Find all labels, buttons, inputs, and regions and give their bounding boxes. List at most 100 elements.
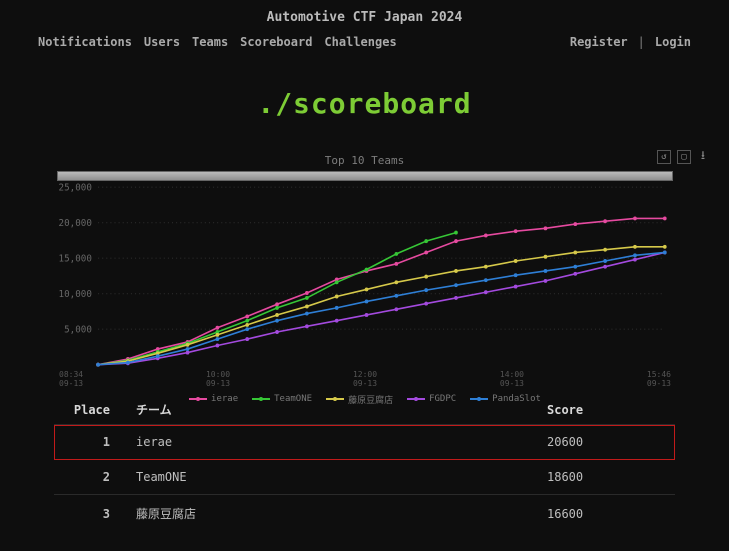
legend-label: TeamONE [274,394,312,404]
series-point [484,290,488,294]
y-tick-label: 10,000 [59,289,93,300]
legend-swatch-icon [470,398,488,400]
score-table: Place チーム Score 1ierae206002TeamONE18600… [54,395,675,532]
table-row[interactable]: 2TeamONE18600 [54,460,675,495]
series-point [216,344,220,348]
series-point [573,222,577,226]
legend-item[interactable]: ierae [189,393,238,406]
chart-area: 25,00020,00015,00010,0005,000 08:3409-13… [56,171,673,371]
legend-item[interactable]: TeamONE [252,393,312,406]
nav-sep: | [638,35,645,49]
series-line [98,218,665,364]
table-row[interactable]: 1ierae20600 [54,425,675,460]
series-line [98,233,456,365]
series-point [633,258,637,262]
nav-login[interactable]: Login [655,35,691,49]
series-point [454,231,458,235]
series-point [156,354,160,358]
cell-place: 3 [54,495,128,533]
series-point [573,272,577,276]
series-point [216,326,220,330]
chart-toolbar: ↺ ▢ ⭳ [657,150,709,164]
series-point [245,323,249,327]
cell-place: 2 [54,460,128,495]
x-tick-label: 15:4609-13 [647,371,671,389]
cell-team: TeamONE [128,460,539,495]
series-point [394,280,398,284]
legend-swatch-icon [326,398,344,400]
chart-container: Top 10 Teams ↺ ▢ ⭳ 25,00020,00015,00010,… [56,154,673,371]
series-point [544,255,548,259]
table-row[interactable]: 3藤原豆腐店16600 [54,495,675,533]
series-point [484,278,488,282]
series-point [454,239,458,243]
series-point [245,314,249,318]
series-point [335,319,339,323]
legend-item[interactable]: FGDPC [407,393,456,406]
series-point [245,337,249,341]
chart-title: Top 10 Teams [56,154,673,167]
series-point [633,216,637,220]
series-point [633,245,637,249]
series-point [633,253,637,257]
chart-scrollbar[interactable] [57,171,673,181]
series-point [424,288,428,292]
series-point [245,319,249,323]
chart-expand-icon[interactable]: ▢ [677,150,691,164]
legend-swatch-icon [189,398,207,400]
series-point [216,333,220,337]
series-point [394,294,398,298]
legend-item[interactable]: 藤原豆腐店 [326,393,393,406]
series-point [335,295,339,299]
chart-x-labels: 08:3409-1310:0009-1312:0009-1314:0009-13… [57,371,673,389]
series-point [603,265,607,269]
nav-notifications[interactable]: Notifications [38,35,132,49]
series-point [305,324,309,328]
series-point [126,361,130,365]
nav-scoreboard[interactable]: Scoreboard [240,35,312,49]
legend-label: FGDPC [429,394,456,404]
series-point [335,280,339,284]
series-point [216,337,220,341]
series-point [96,363,100,367]
nav-challenges[interactable]: Challenges [324,35,396,49]
series-point [454,296,458,300]
series-point [663,251,667,255]
series-point [663,245,667,249]
series-point [335,306,339,310]
nav-register[interactable]: Register [570,35,628,49]
nav-teams[interactable]: Teams [192,35,228,49]
legend-item[interactable]: PandaSlot [470,393,541,406]
series-point [305,291,309,295]
series-point [305,305,309,309]
legend-swatch-icon [407,398,425,400]
series-point [663,216,667,220]
series-point [365,268,369,272]
top-nav: Notifications Users Teams Scoreboard Cha… [10,33,719,57]
series-point [394,252,398,256]
page-title: ./scoreboard [10,87,719,120]
cell-score: 16600 [539,495,675,533]
cell-team: ierae [128,425,539,460]
series-point [245,327,249,331]
series-point [305,296,309,300]
x-tick-label: 14:0009-13 [500,371,524,389]
series-point [186,351,190,355]
series-point [365,313,369,317]
series-point [424,302,428,306]
x-tick-label: 10:0009-13 [206,371,230,389]
chart-reset-icon[interactable]: ↺ [657,150,671,164]
series-point [544,279,548,283]
chart-download-icon[interactable]: ⭳ [697,150,709,162]
series-point [603,248,607,252]
series-point [514,285,518,289]
series-point [603,219,607,223]
series-point [514,259,518,263]
legend-label: ierae [211,394,238,404]
app-title: Automotive CTF Japan 2024 [10,6,719,33]
series-point [186,343,190,347]
nav-users[interactable]: Users [144,35,180,49]
nav-left: Notifications Users Teams Scoreboard Cha… [38,35,397,49]
y-tick-label: 15,000 [59,253,93,264]
legend-label: 藤原豆腐店 [348,393,393,406]
